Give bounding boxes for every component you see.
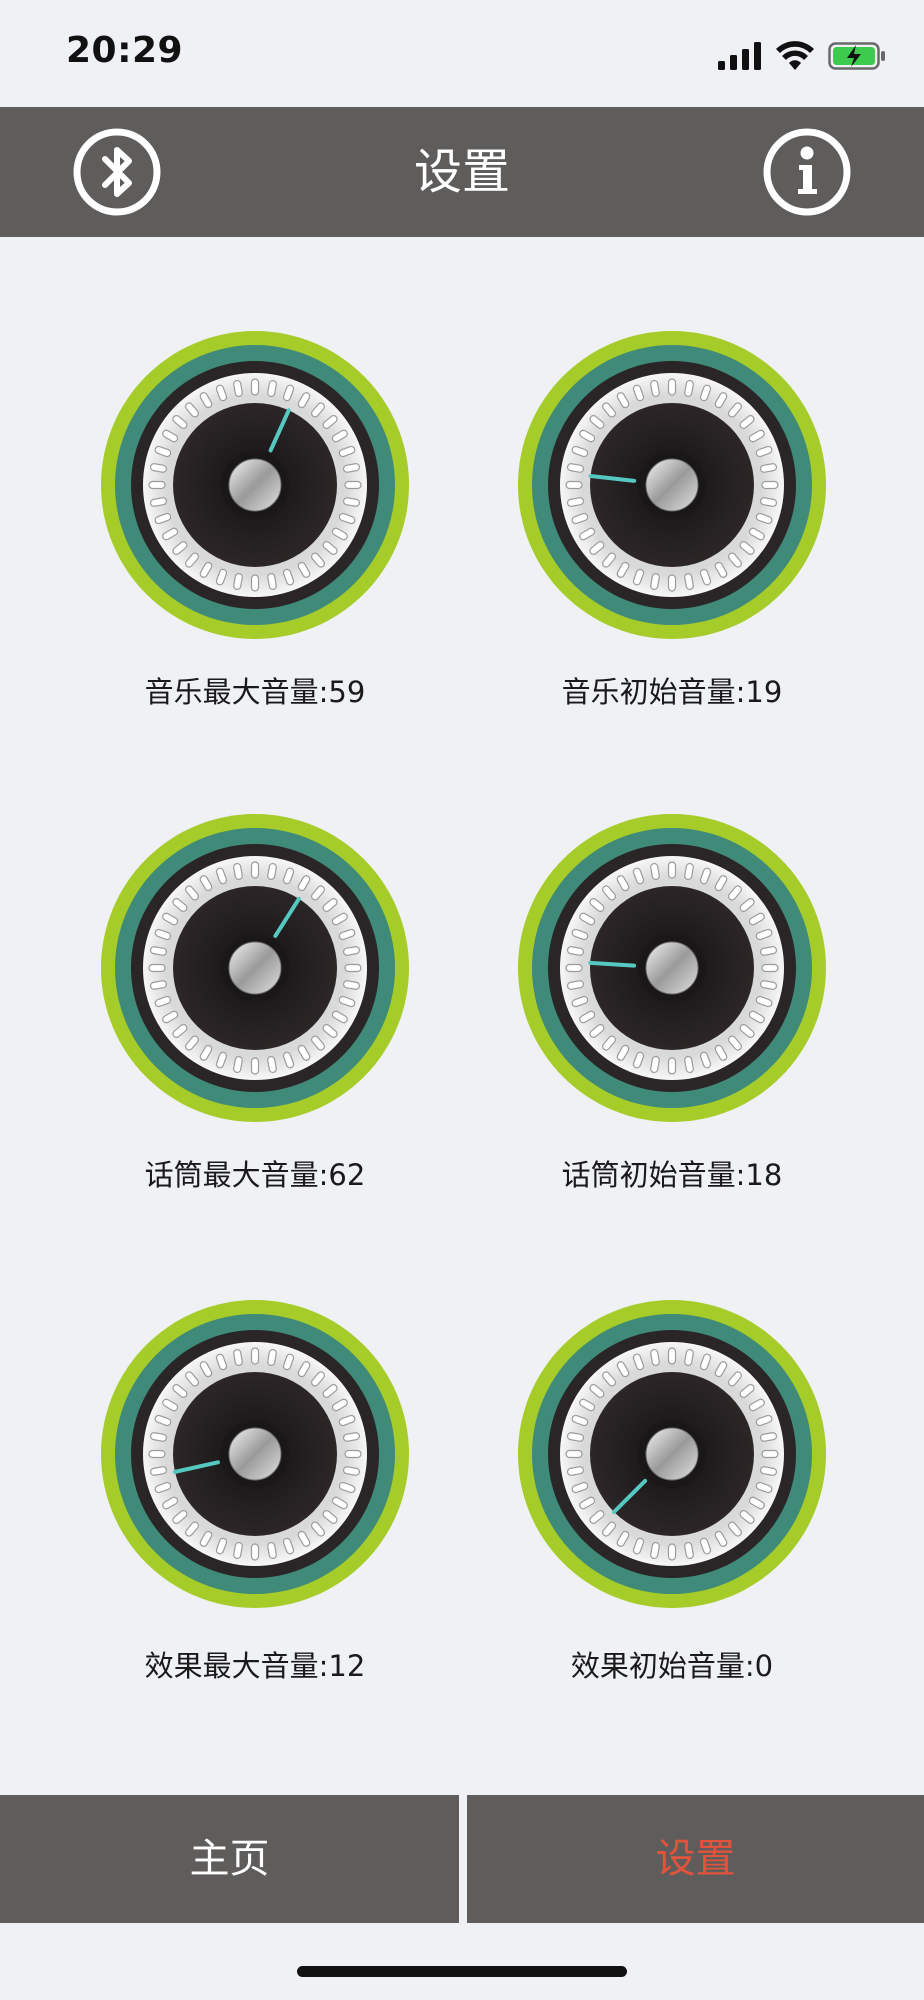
- tab-settings[interactable]: 设置: [467, 1795, 924, 1923]
- mic-max-volume-label: 话筒最大音量:62: [144, 1158, 366, 1192]
- tab-home[interactable]: 主页: [0, 1795, 459, 1923]
- knob-center-cap: [228, 1427, 282, 1481]
- effect-max-volume-knob[interactable]: [100, 1299, 410, 1609]
- knob-center-cap: [645, 458, 699, 512]
- mic-initial-volume-label: 话筒初始音量:18: [561, 1158, 783, 1192]
- music-max-volume-knob[interactable]: [100, 330, 410, 640]
- music-initial-volume-label: 音乐初始音量:19: [561, 675, 783, 709]
- knob-dial: [101, 814, 409, 1122]
- knob-dial: [518, 814, 826, 1122]
- nav-bar: 设置: [0, 107, 924, 237]
- status-time: 20:29: [66, 30, 184, 71]
- knob-center-cap: [645, 941, 699, 995]
- knob-center-cap: [228, 458, 282, 512]
- knob-indicator: [588, 960, 637, 968]
- music-initial-volume-knob[interactable]: [517, 330, 827, 640]
- status-icons: [718, 36, 886, 76]
- signal-icon: [718, 42, 761, 70]
- effect-max-volume-label: 效果最大音量:12: [144, 1649, 366, 1683]
- info-button[interactable]: [762, 127, 852, 217]
- knob-dial: [101, 1300, 409, 1608]
- wifi-icon: [776, 41, 814, 70]
- effect-initial-volume-knob[interactable]: [517, 1299, 827, 1609]
- battery-charging-icon: [828, 42, 885, 70]
- knob-dial: [518, 1300, 826, 1608]
- knob-center-cap: [645, 1427, 699, 1481]
- info-icon: [763, 128, 851, 216]
- knob-dial: [101, 331, 409, 639]
- effect-initial-volume-label: 效果初始音量:0: [570, 1649, 774, 1683]
- tab-bar: 主页 设置: [0, 1795, 924, 1923]
- music-max-volume-label: 音乐最大音量:59: [144, 675, 366, 709]
- knob-dial: [518, 331, 826, 639]
- mic-initial-volume-knob[interactable]: [517, 813, 827, 1123]
- mic-max-volume-knob[interactable]: [100, 813, 410, 1123]
- home-indicator: [297, 1966, 627, 1977]
- status-bar: 20:29: [0, 0, 924, 107]
- knob-center-cap: [228, 941, 282, 995]
